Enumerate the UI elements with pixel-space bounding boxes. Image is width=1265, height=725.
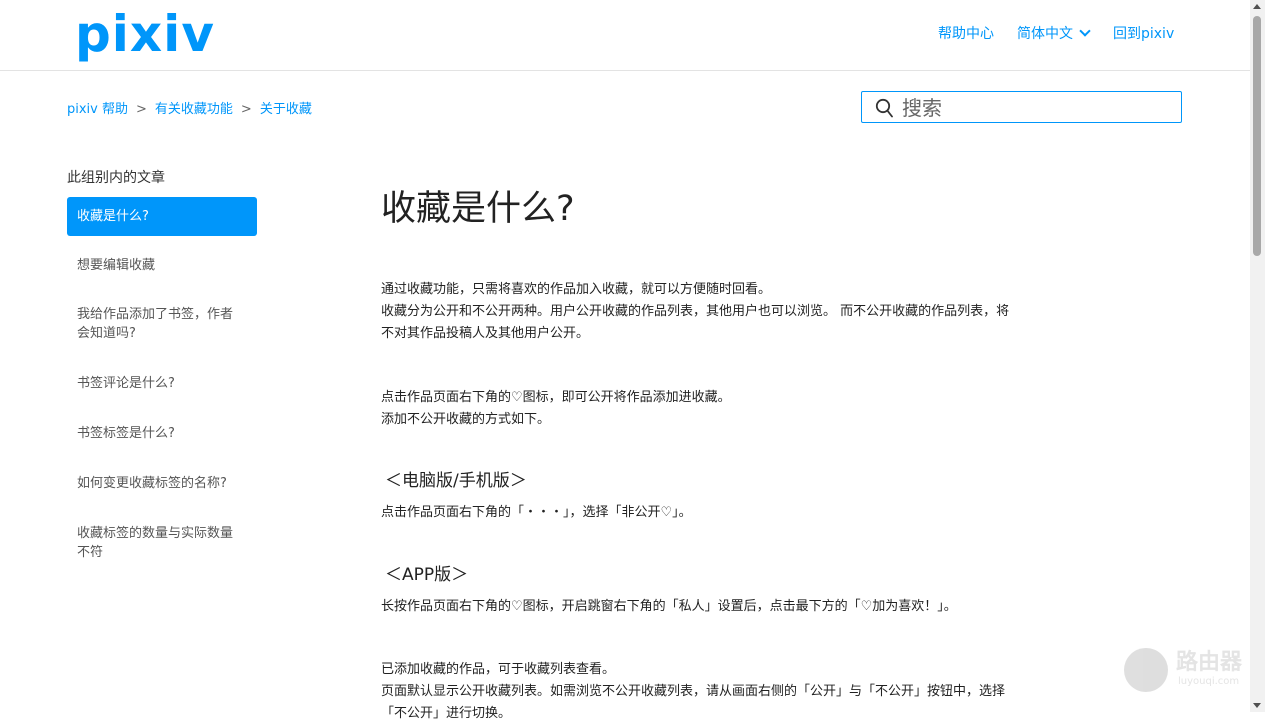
sidebar-title: 此组别内的文章: [67, 170, 165, 186]
article-paragraph: 「不公开」进行切换。: [381, 706, 512, 721]
article-paragraph: 页面默认显示公开收藏列表。如需浏览不公开收藏列表，请从画面右侧的「公开」与「不公…: [381, 684, 1006, 699]
scroll-up-arrow-icon[interactable]: [1253, 4, 1261, 9]
breadcrumb-current[interactable]: 关于收藏: [260, 102, 312, 117]
sidebar-item-what-is-bookmark[interactable]: 收藏是什么?: [67, 197, 257, 236]
router-logo-icon: [1124, 648, 1168, 692]
sidebar-item-edit-bookmark[interactable]: 想要编辑收藏: [67, 256, 257, 275]
breadcrumb-section[interactable]: 有关收藏功能: [155, 102, 233, 117]
scroll-down-arrow-icon[interactable]: [1253, 703, 1261, 708]
sidebar-item-label: 书签标签是什么?: [77, 426, 175, 441]
sidebar-item-label: 我给作品添加了书签，作者: [77, 307, 234, 322]
article-paragraph: 不对其作品投稿人及其他用户公开。: [381, 326, 590, 341]
chevron-down-icon: [1079, 25, 1091, 37]
scrollbar[interactable]: [1250, 0, 1265, 712]
breadcrumb-separator: >: [136, 102, 147, 117]
scrollbar-thumb[interactable]: [1253, 16, 1261, 256]
breadcrumb-home[interactable]: pixiv 帮助: [67, 102, 128, 117]
article-paragraph: 收藏分为公开和不公开两种。用户公开收藏的作品列表，其他用户也可以浏览。 而不公开…: [381, 304, 1010, 319]
sidebar-item-label: 不符: [77, 545, 104, 560]
back-to-pixiv-link[interactable]: 回到pixiv: [1113, 24, 1174, 44]
site-header: pixiv 帮助中心 简体中文 回到pixiv: [0, 0, 1250, 71]
article-paragraph: 点击作品页面右下角的「・・・」，选择「非公开♡」。: [381, 505, 692, 520]
watermark-text: 路由器: [1176, 650, 1243, 675]
sidebar-item-label: 书签评论是什么?: [77, 376, 175, 391]
sidebar-item-author-notified[interactable]: 我给作品添加了书签，作者 会知道吗?: [67, 305, 257, 343]
article-paragraph: 已添加收藏的作品，可于收藏列表查看。: [381, 662, 616, 677]
sidebar-item-label: 会知道吗?: [77, 326, 136, 341]
watermark: 路由器 luyouqi.com: [1124, 648, 1244, 694]
sidebar-item-rename-tag[interactable]: 如何变更收藏标签的名称?: [67, 474, 257, 493]
sidebar-article-list: 收藏是什么? 想要编辑收藏 我给作品添加了书签，作者 会知道吗? 书签评论是什么?…: [67, 197, 257, 562]
language-label: 简体中文: [1017, 26, 1073, 42]
sidebar-item-label: 收藏是什么?: [77, 209, 149, 224]
sidebar-item-label: 收藏标签的数量与实际数量: [77, 526, 234, 541]
breadcrumb: pixiv 帮助 > 有关收藏功能 > 关于收藏: [67, 101, 312, 119]
article-paragraph: 长按作品页面右下角的♡图标，开启跳窗右下角的「私人」设置后，点击最下方的「♡加为…: [381, 599, 957, 614]
sidebar-item-label: 如何变更收藏标签的名称?: [77, 476, 227, 491]
search-input[interactable]: [900, 94, 1174, 122]
article-paragraph: 通过收藏功能，只需将喜欢的作品加入收藏，就可以方便随时回看。: [381, 282, 772, 297]
help-center-link[interactable]: 帮助中心: [938, 24, 994, 44]
breadcrumb-separator: >: [240, 102, 252, 117]
article-paragraph: 添加不公开收藏的方式如下。: [381, 412, 551, 427]
search-icon: [875, 98, 893, 118]
sidebar-item-bookmark-tag[interactable]: 书签标签是什么?: [67, 424, 257, 443]
sidebar-item-bookmark-comment[interactable]: 书签评论是什么?: [67, 374, 257, 393]
sidebar-item-label: 想要编辑收藏: [77, 258, 156, 273]
pixiv-logo[interactable]: pixiv: [75, 4, 215, 64]
section-heading-desktop-mobile: ＜电脑版/手机版＞: [385, 471, 527, 491]
language-selector[interactable]: 简体中文: [1017, 24, 1091, 44]
search-box[interactable]: [861, 91, 1182, 123]
sidebar-item-tag-count-mismatch[interactable]: 收藏标签的数量与实际数量 不符: [67, 524, 257, 562]
watermark-subtext: luyouqi.com: [1178, 676, 1240, 687]
section-heading-app: ＜APP版＞: [385, 565, 469, 585]
article-title: 收藏是什么?: [381, 189, 575, 229]
article-paragraph: 点击作品页面右下角的♡图标，即可公开将作品添加进收藏。: [381, 390, 731, 405]
